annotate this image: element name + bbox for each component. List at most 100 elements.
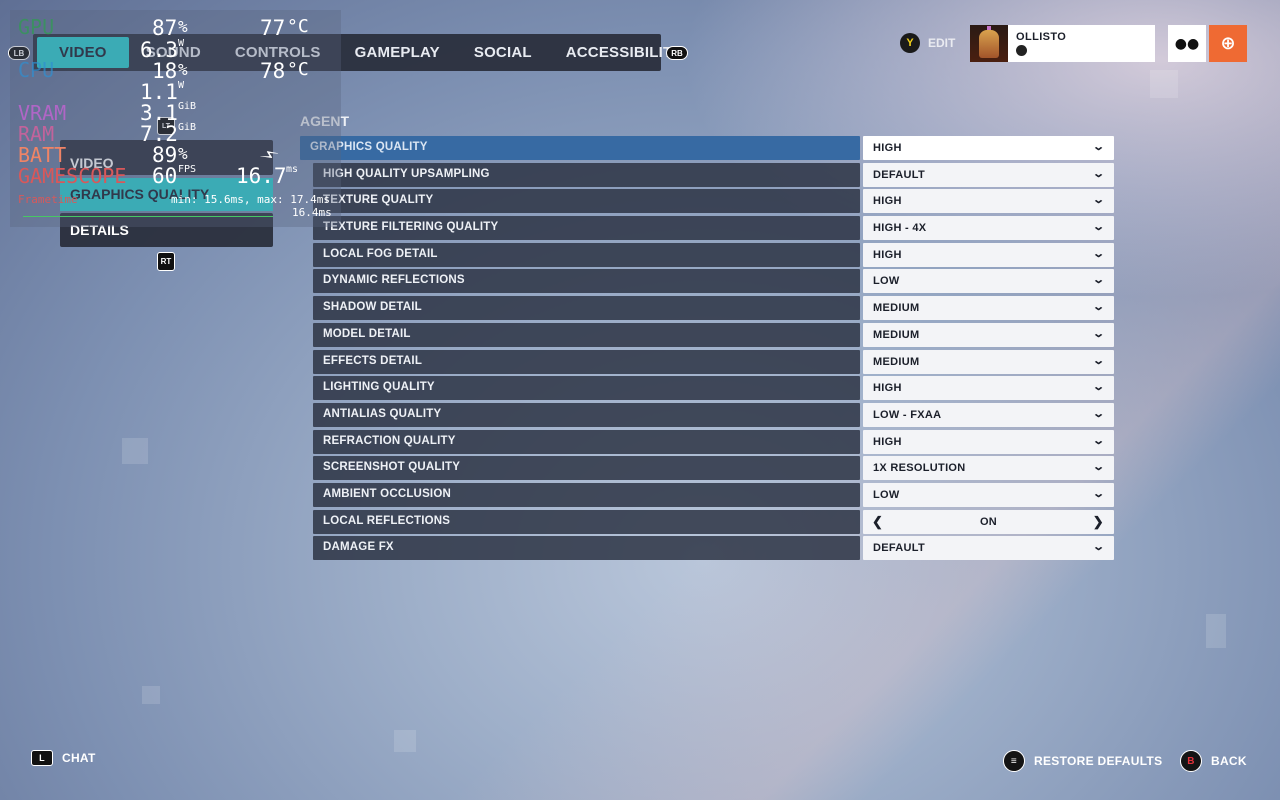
osd-frametime-current: 16.4ms [292,206,332,219]
setting-value: MEDIUM [873,355,920,368]
setting-row[interactable]: SCREENSHOT QUALITY 1X RESOLUTION ⌄ [300,455,1114,482]
setting-dropdown[interactable]: MEDIUM ⌄ [863,349,1114,374]
setting-label: REFRACTION QUALITY [313,429,860,454]
osd-gamescope-label: GAMESCOPE [18,164,127,188]
setting-row[interactable]: EFFECTS DETAIL MEDIUM ⌄ [300,349,1114,376]
setting-row[interactable]: REFRACTION QUALITY HIGH ⌄ [300,429,1114,456]
setting-dropdown[interactable]: HIGH ⌄ [863,136,1114,160]
setting-label: LIGHTING QUALITY [313,376,860,401]
osd-gpu-load-unit: % [178,17,188,36]
setting-label: ANTIALIAS QUALITY [313,402,860,427]
chevron-left-icon[interactable]: ❮ [872,514,883,530]
osd-vram-unit: GiB [178,101,197,112]
edit-profile-button[interactable]: Y EDIT [900,33,955,53]
setting-label: LOCAL REFLECTIONS [313,509,860,534]
setting-row[interactable]: GRAPHICS QUALITY HIGH ⌄ [300,135,1114,162]
osd-frametime: 16.7 [236,164,287,188]
osd-frametime-unit: ms [286,164,299,175]
setting-dropdown[interactable]: MEDIUM ⌄ [863,322,1114,347]
setting-value: HIGH [873,142,902,154]
rt-button-icon[interactable]: RT [157,252,175,271]
restore-defaults-button[interactable]: ≡ RESTORE DEFAULTS [1003,750,1162,772]
chevron-down-icon: ⌄ [1092,221,1106,234]
setting-value: LOW [873,488,900,501]
setting-row[interactable]: LOCAL FOG DETAIL HIGH ⌄ [300,242,1114,269]
osd-gpu-power-unit: W [178,38,185,49]
setting-value: LOW [873,275,900,288]
osd-batt-unit: % [178,144,188,163]
chevron-right-icon[interactable]: ❯ [1093,514,1104,530]
setting-dropdown[interactable]: HIGH ⌄ [863,429,1114,454]
setting-label: MODEL DETAIL [313,322,860,347]
setting-row[interactable]: ANTIALIAS QUALITY LOW - FXAA ⌄ [300,402,1114,429]
setting-row[interactable]: MODEL DETAIL MEDIUM ⌄ [300,322,1114,349]
back-label: BACK [1211,754,1247,768]
setting-dropdown[interactable]: LOW - FXAA ⌄ [863,402,1114,427]
setting-dropdown[interactable]: HIGH - 4X ⌄ [863,216,1114,241]
setting-label: GRAPHICS QUALITY [300,136,860,160]
chevron-down-icon: ⌄ [1092,301,1106,314]
setting-dropdown[interactable]: LOW ⌄ [863,482,1114,507]
osd-gpu-temp: 77 [260,16,286,40]
setting-dropdown[interactable]: 1X RESOLUTION ⌄ [863,456,1114,481]
setting-dropdown[interactable]: HIGH ⌄ [863,376,1114,401]
osd-frametime-minmax: min: 15.6ms, max: 17.4ms [171,193,330,206]
setting-label: SHADOW DETAIL [313,296,860,321]
chevron-down-icon: ⌄ [1092,434,1106,447]
social-button[interactable]: ●● [1168,25,1206,62]
frametime-graph [23,216,273,217]
setting-value: ON [979,515,998,528]
background-square [122,438,148,464]
chevron-down-icon: ⌄ [1092,141,1106,153]
group-icon: ●● [1174,35,1200,52]
background-square [1150,70,1178,98]
l-stick-icon: L [31,750,53,766]
rb-button-icon[interactable]: RB [666,46,688,60]
chevron-down-icon: ⌄ [1092,194,1106,207]
setting-row[interactable]: LOCAL REFLECTIONS ❮ ON ❯ [300,509,1114,536]
setting-dropdown[interactable]: MEDIUM ⌄ [863,296,1114,321]
setting-value: HIGH [873,195,902,208]
osd-ram-unit: GiB [178,122,197,133]
setting-row[interactable]: AMBIENT OCCLUSION LOW ⌄ [300,482,1114,509]
setting-row[interactable]: TEXTURE FILTERING QUALITY HIGH - 4X ⌄ [300,215,1114,242]
setting-row[interactable]: LIGHTING QUALITY HIGH ⌄ [300,375,1114,402]
osd-cpu-power-unit: W [178,80,185,91]
setting-row[interactable]: DYNAMIC REFLECTIONS LOW ⌄ [300,268,1114,295]
setting-row[interactable]: HIGH QUALITY UPSAMPLING DEFAULT ⌄ [300,162,1114,189]
osd-fps: 60 [152,164,178,188]
setting-row[interactable]: TEXTURE QUALITY HIGH ⌄ [300,188,1114,215]
setting-value: HIGH - 4X [873,222,927,235]
back-button[interactable]: B BACK [1180,750,1247,772]
player-profile-card[interactable]: OLLISTO [970,25,1155,62]
setting-row[interactable]: DAMAGE FX DEFAULT ⌄ [300,535,1114,562]
setting-value: DEFAULT [873,542,926,555]
tab-social[interactable]: SOCIAL [457,37,549,68]
chevron-down-icon: ⌄ [1092,167,1106,180]
chevron-down-icon: ⌄ [1092,461,1106,474]
setting-row[interactable]: SHADOW DETAIL MEDIUM ⌄ [300,295,1114,322]
setting-dropdown[interactable]: HIGH ⌄ [863,189,1114,214]
setting-label: AMBIENT OCCLUSION [313,482,860,507]
setting-dropdown[interactable]: HIGH ⌄ [863,242,1114,267]
setting-value: MEDIUM [873,328,920,341]
setting-value: HIGH [873,382,902,395]
setting-dropdown[interactable]: DEFAULT ⌄ [863,162,1114,187]
setting-value: MEDIUM [873,302,920,315]
osd-gpu-label: GPU [18,15,55,39]
setting-toggle[interactable]: ❮ ON ❯ [863,509,1114,534]
menu-button-icon: ≡ [1003,750,1025,772]
setting-dropdown[interactable]: LOW ⌄ [863,269,1114,294]
chat-button[interactable]: L CHAT [31,750,96,766]
rewards-button[interactable]: ⊕ [1209,25,1247,62]
setting-label: DAMAGE FX [313,536,860,561]
edit-label: EDIT [928,36,956,50]
setting-dropdown[interactable]: DEFAULT ⌄ [863,536,1114,561]
chevron-down-icon: ⌄ [1092,381,1106,394]
setting-label: EFFECTS DETAIL [313,349,860,374]
osd-cpu-temp-unit: °C [287,59,309,80]
osd-cpu-temp: 78 [260,59,286,83]
tab-gameplay[interactable]: GAMEPLAY [338,37,457,68]
chevron-down-icon: ⌄ [1092,487,1106,500]
chevron-down-icon: ⌄ [1092,541,1106,554]
